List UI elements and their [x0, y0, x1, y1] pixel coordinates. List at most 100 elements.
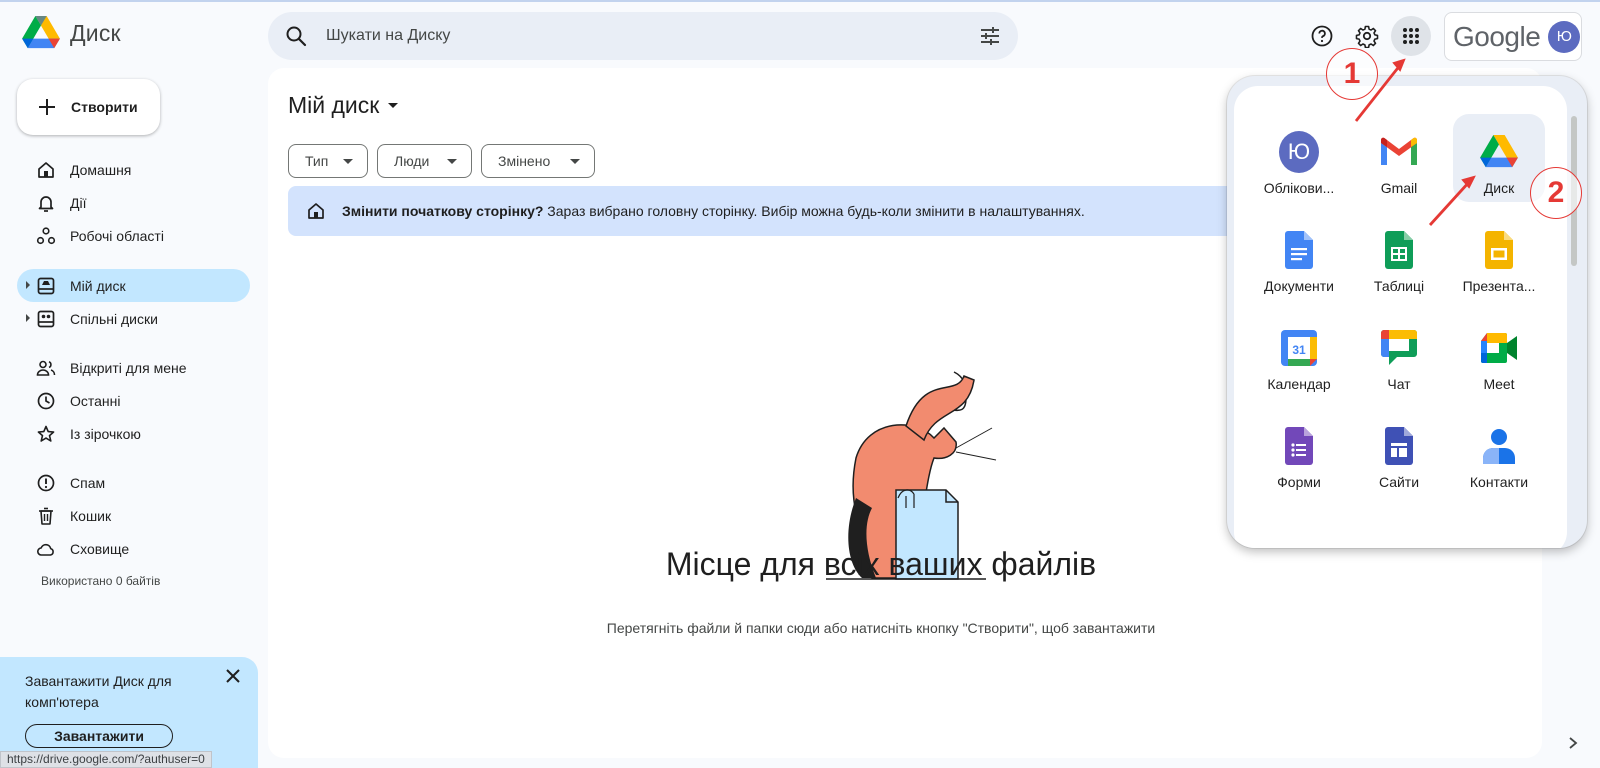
close-icon[interactable] [224, 667, 242, 685]
google-wordmark: Google [1453, 20, 1541, 52]
sidebar-item-recent[interactable]: Останні [17, 384, 250, 417]
star-icon [37, 425, 55, 442]
help-button[interactable] [1302, 16, 1342, 56]
google-apps-button[interactable] [1391, 16, 1431, 56]
search-options-icon[interactable] [978, 24, 1002, 48]
account-icon: Ю [1279, 131, 1319, 173]
forms-icon [1279, 426, 1319, 466]
slides-icon [1479, 230, 1519, 270]
app-docs[interactable]: Документи [1253, 212, 1345, 300]
app-sheets[interactable]: Таблиці [1353, 212, 1445, 300]
storage-used-text: Використано 0 байтів [41, 574, 161, 588]
meet-icon [1479, 328, 1519, 368]
create-button-label: Створити [71, 99, 138, 115]
filter-modified-chip[interactable]: Змінено [481, 144, 595, 178]
banner-detail: Зараз вибрано головну сторінку. Вибір мо… [543, 203, 1085, 219]
app-slides[interactable]: Презента... [1453, 212, 1545, 300]
empty-state-title: Місце для всіх ваших файлів [665, 546, 1097, 582]
account-avatar: Ю [1279, 131, 1319, 173]
app-gmail[interactable]: Gmail [1353, 114, 1445, 202]
sidebar-item-label: Спільні диски [70, 311, 158, 327]
sidebar-item-label: Домашня [70, 162, 132, 178]
home-icon [38, 162, 54, 178]
chevron-down-icon [343, 159, 353, 164]
app-label: Календар [1267, 376, 1331, 392]
page-title[interactable]: Мій диск [288, 92, 399, 119]
sites-icon [1379, 426, 1419, 466]
app-label: Gmail [1380, 180, 1418, 196]
chip-label: Тип [305, 153, 329, 169]
expand-arrow-icon[interactable] [26, 314, 30, 322]
app-meet[interactable]: Meet [1453, 310, 1545, 398]
sidebar-item-label: Із зірочкою [70, 426, 141, 442]
my-drive-icon [37, 277, 55, 295]
google-apps-panel: Ю Облікови... Gmail Диск Документи Табли… [1227, 76, 1587, 548]
filter-type-chip[interactable]: Тип [288, 144, 368, 178]
chip-label: Змінено [498, 153, 551, 169]
annotation-2: 2 [1530, 167, 1582, 219]
app-label: Таблиці [1373, 278, 1425, 294]
sidebar-item-label: Відкриті для мене [70, 360, 187, 376]
dropdown-arrow-icon [388, 102, 399, 108]
chevron-down-icon [447, 159, 457, 164]
trash-icon [39, 507, 53, 525]
sidebar-item-shared-with-me[interactable]: Відкриті для мене [17, 351, 250, 384]
docs-icon [1279, 230, 1319, 270]
gmail-icon [1379, 132, 1419, 172]
app-label: Сайти [1378, 474, 1420, 490]
app-label: Чат [1387, 376, 1411, 392]
avatar: Ю [1548, 20, 1581, 53]
calendar-icon: 31 [1279, 328, 1319, 368]
bell-icon [38, 196, 54, 212]
expand-arrow-icon[interactable] [26, 281, 30, 289]
app-forms[interactable]: Форми [1253, 408, 1345, 496]
apps-grid-icon [1403, 28, 1419, 44]
app-name: Диск [70, 19, 121, 46]
gear-icon [1355, 25, 1379, 48]
sidebar-item-starred[interactable]: Із зірочкою [17, 417, 250, 450]
download-button[interactable]: Завантажити [25, 724, 173, 748]
sidebar-item-home[interactable]: Домашня [17, 153, 250, 186]
drive-logo[interactable]: Диск [22, 16, 121, 50]
search-input[interactable] [326, 12, 926, 60]
banner-text: Змінити початкову сторінку? Зараз вибран… [342, 203, 1085, 219]
chevron-down-icon [570, 159, 580, 164]
app-chat[interactable]: Чат [1353, 310, 1445, 398]
sidebar-item-spam[interactable]: Спам [17, 466, 250, 499]
sidebar-item-activity[interactable]: Дії [17, 186, 250, 219]
home-icon [308, 203, 324, 219]
window-top-line [0, 0, 1600, 2]
create-button[interactable]: Створити [17, 79, 160, 135]
chevron-right-icon[interactable] [1566, 736, 1580, 750]
filter-people-chip[interactable]: Люди [377, 144, 472, 178]
sidebar-item-workspaces[interactable]: Робочі області [17, 219, 250, 252]
app-account[interactable]: Ю Облікови... [1253, 114, 1345, 202]
app-contacts[interactable]: Контакти [1453, 408, 1545, 496]
apps-grid: Ю Облікови... Gmail Диск Документи Табли… [1234, 86, 1567, 548]
sidebar-item-my-drive[interactable]: Мій диск [17, 269, 250, 302]
sidebar-item-trash[interactable]: Кошик [17, 499, 250, 532]
app-label: Документи [1264, 278, 1334, 294]
app-label: Форми [1277, 474, 1321, 490]
sidebar-item-label: Сховище [70, 541, 130, 557]
app-sites[interactable]: Сайти [1353, 408, 1445, 496]
shared-drives-icon [37, 310, 55, 328]
chip-label: Люди [394, 153, 430, 169]
plus-icon [39, 99, 55, 115]
sidebar-item-label: Кошик [70, 508, 112, 524]
search-bar[interactable] [268, 12, 1018, 60]
google-account-button[interactable]: Google Ю [1444, 12, 1582, 61]
people-icon [36, 360, 56, 376]
start-page-banner: Змінити початкову сторінку? Зараз вибран… [288, 186, 1228, 236]
app-label: Meet [1483, 376, 1515, 392]
help-icon [1311, 25, 1333, 47]
workspaces-icon [36, 227, 56, 245]
app-label: Контакти [1469, 474, 1529, 490]
promo-text: Завантажити Диск для комп'ютера [25, 673, 172, 710]
search-icon[interactable] [284, 24, 308, 48]
sidebar-item-shared-drives[interactable]: Спільні диски [17, 302, 250, 335]
sidebar-item-storage[interactable]: Сховище [17, 532, 250, 565]
app-calendar[interactable]: 31 Календар [1253, 310, 1345, 398]
calendar-day: 31 [1292, 343, 1306, 357]
sheets-icon [1379, 230, 1419, 270]
